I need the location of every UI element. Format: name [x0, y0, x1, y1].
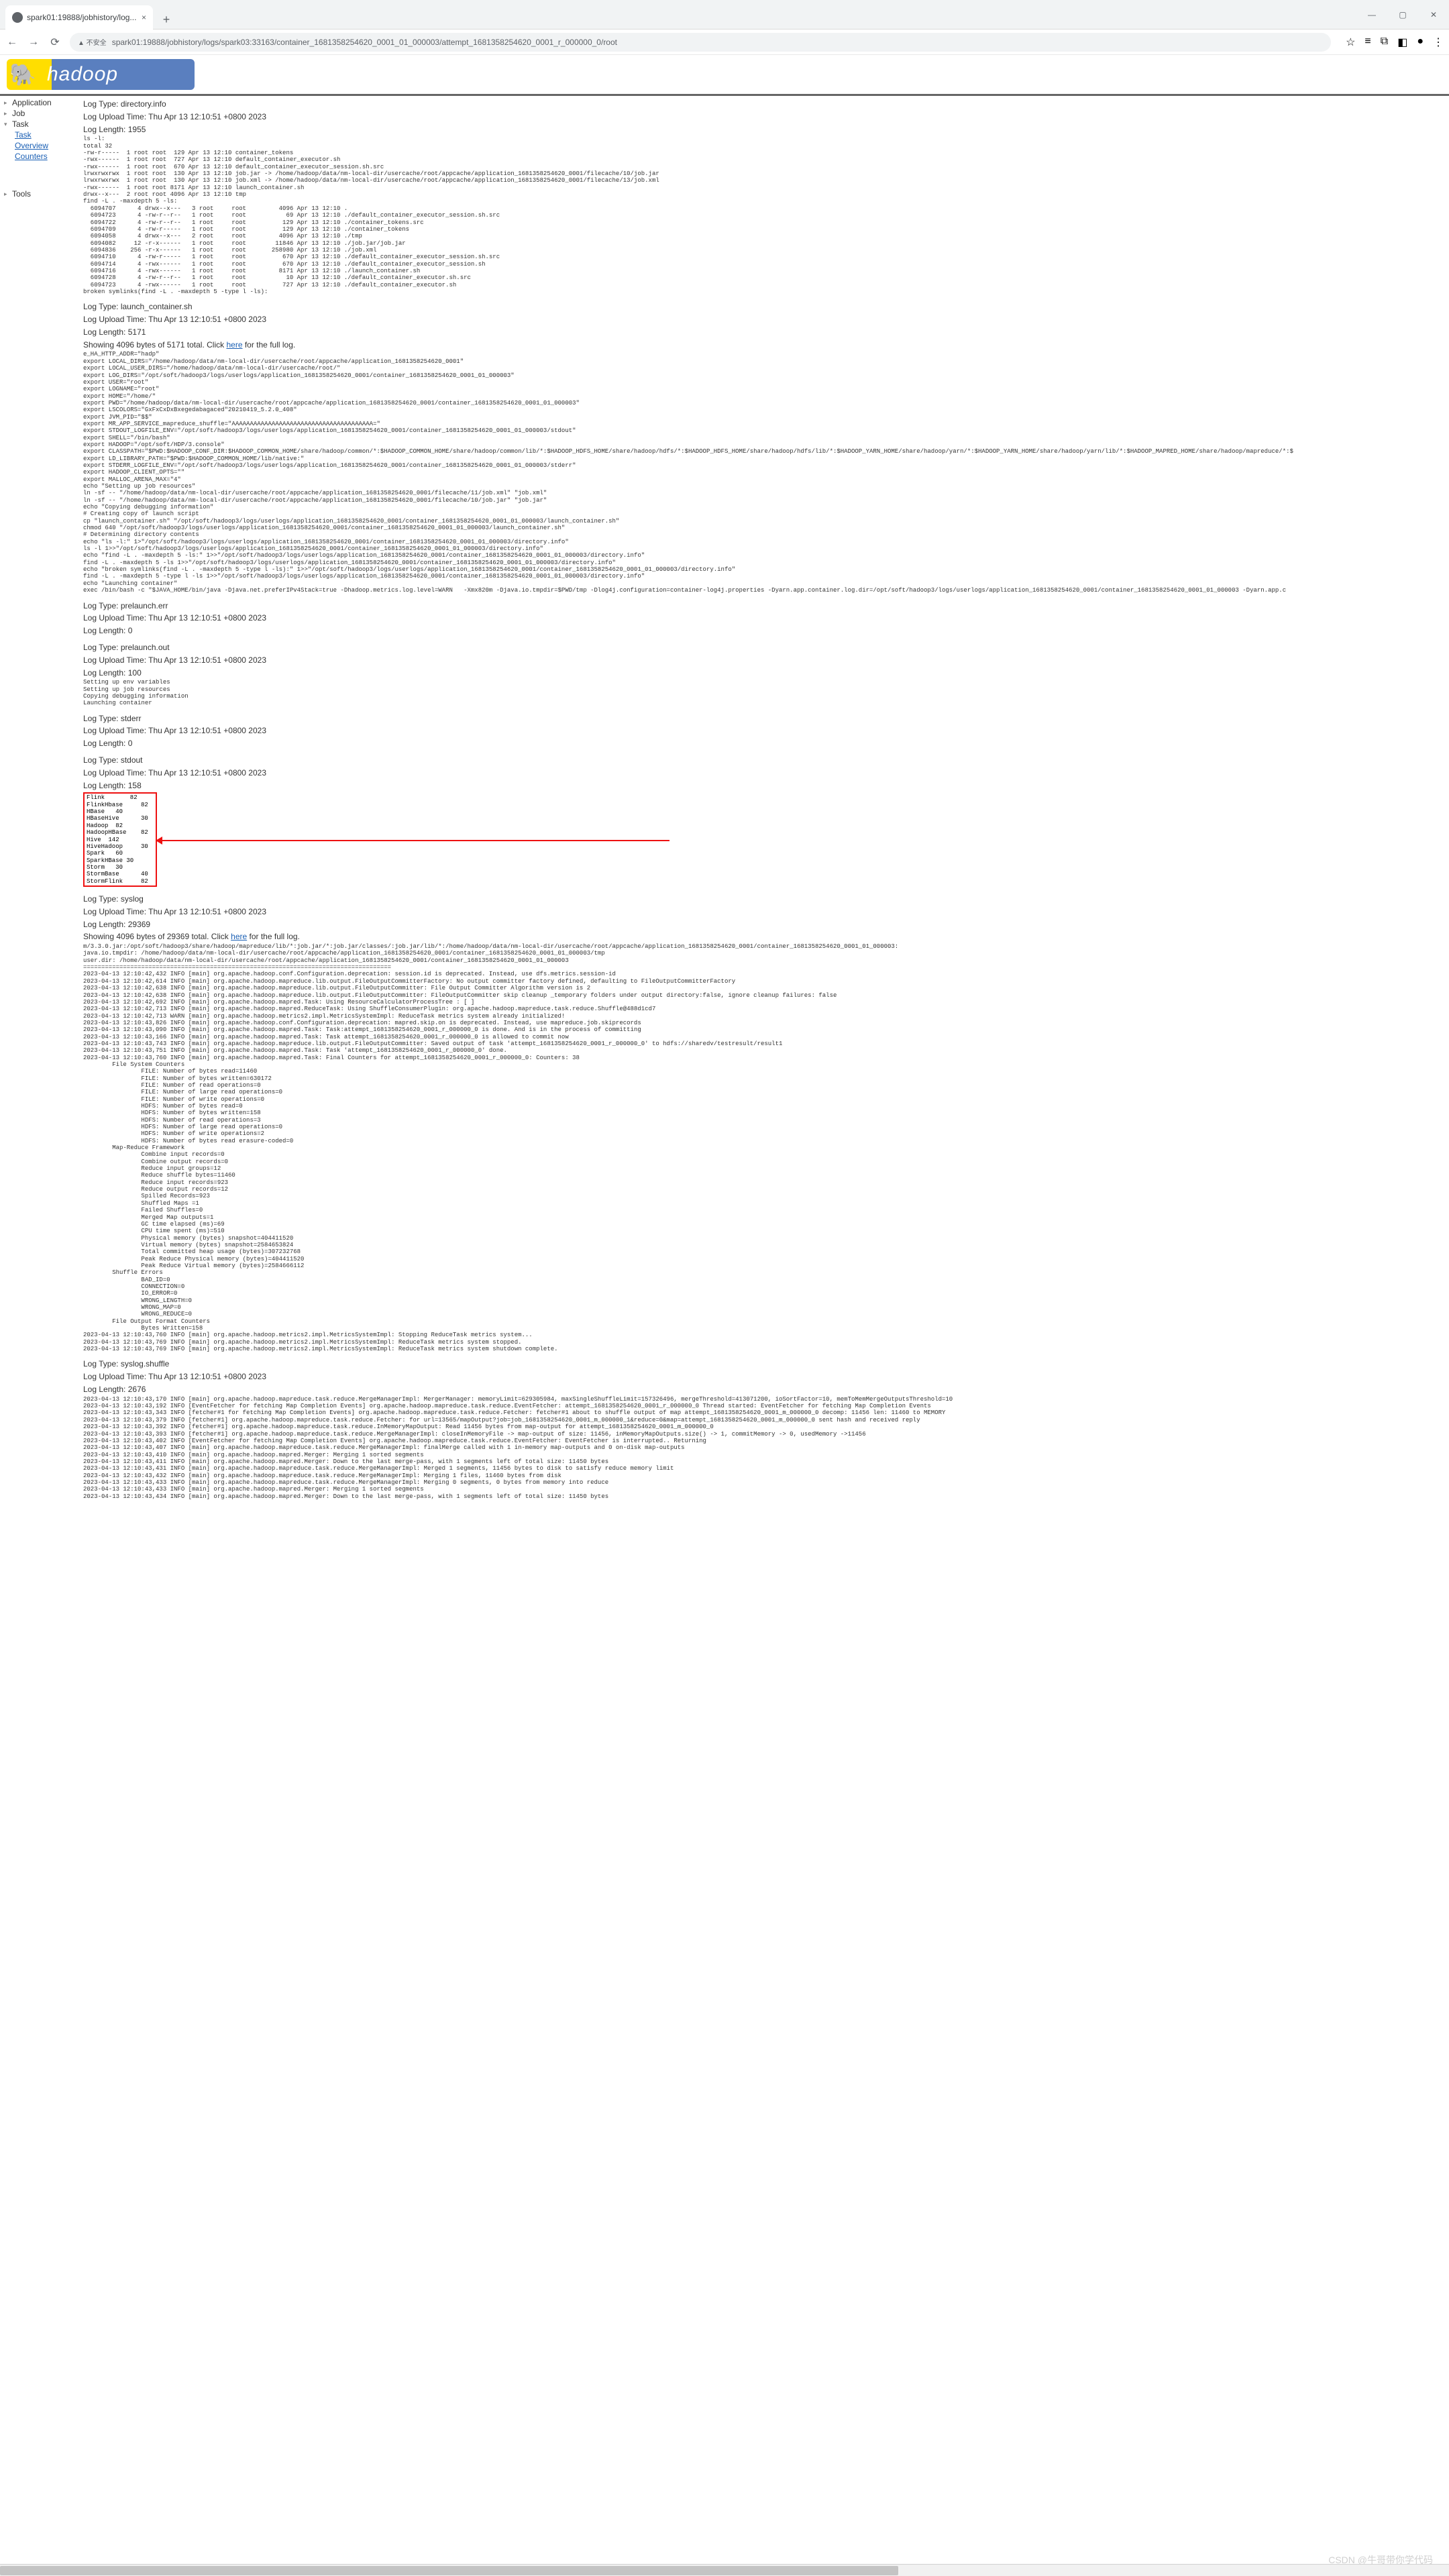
security-warning-icon: ▲ 不安全 — [78, 37, 107, 47]
log-length: Log Length: 0 — [83, 625, 1446, 637]
left-sidebar: ▸Application ▸Job ▾Task Task Overview Co… — [0, 96, 80, 1502]
log-upload-time: Log Upload Time: Thu Apr 13 12:10:51 +08… — [83, 111, 1446, 123]
log-upload-time: Log Upload Time: Thu Apr 13 12:10:51 +08… — [83, 1371, 1446, 1383]
full-log-link[interactable]: here — [231, 932, 247, 941]
bookmark-star-icon[interactable]: ☆ — [1346, 36, 1355, 49]
sidebar-link-overview[interactable]: Overview — [0, 140, 80, 151]
log-upload-time: Log Upload Time: Thu Apr 13 12:10:51 +08… — [83, 725, 1446, 737]
scrollbar-thumb[interactable] — [0, 2566, 898, 2575]
nav-reload-button[interactable]: ⟳ — [48, 36, 62, 49]
extension-icon[interactable]: ◧ — [1397, 36, 1407, 49]
log-length: Log Length: 158 — [83, 780, 1446, 792]
log-body: e_HA_HTTP_ADDR="hadp" export LOCAL_DIRS=… — [83, 351, 1446, 594]
log-type-label: Log Type: syslog.shuffle — [83, 1358, 1446, 1370]
log-length: Log Length: 2676 — [83, 1384, 1446, 1395]
sidebar-item-job[interactable]: ▸Job — [0, 108, 80, 119]
log-type-label: Log Type: directory.info — [83, 99, 1446, 110]
log-upload-time: Log Upload Time: Thu Apr 13 12:10:51 +08… — [83, 655, 1446, 666]
app-header: hadoop — [0, 55, 1449, 96]
browser-tab-strip: spark01:19888/jobhistory/log... × + — ▢ … — [0, 0, 1449, 30]
chevron-right-icon: ▸ — [4, 99, 9, 107]
browser-toolbar: ← → ⟳ ▲ 不安全 spark01:19888/jobhistory/log… — [0, 30, 1449, 55]
log-type-label: Log Type: stdout — [83, 755, 1446, 766]
log-body: m/3.3.0.jar:/opt/soft/hadoop3/share/hado… — [83, 943, 1446, 1352]
browser-tab[interactable]: spark01:19888/jobhistory/log... × — [5, 5, 153, 30]
full-log-link[interactable]: here — [226, 340, 242, 350]
tab-close-icon[interactable]: × — [142, 13, 146, 22]
tab-favicon — [12, 12, 23, 23]
window-maximize-button[interactable]: ▢ — [1387, 0, 1418, 30]
address-url: spark01:19888/jobhistory/logs/spark03:33… — [112, 38, 617, 47]
log-length: Log Length: 0 — [83, 738, 1446, 749]
log-content-area: Log Type: directory.info Log Upload Time… — [80, 96, 1449, 1502]
stdout-highlight-box: Flink 82 FlinkHbase 82 HBase 40 HBaseHiv… — [83, 792, 157, 886]
annotation-arrow — [160, 840, 669, 841]
sidebar-item-tools[interactable]: ▸Tools — [0, 189, 80, 199]
new-tab-button[interactable]: + — [157, 11, 176, 30]
log-length: Log Length: 5171 — [83, 327, 1446, 338]
log-length: Log Length: 29369 — [83, 919, 1446, 930]
horizontal-scrollbar[interactable] — [0, 2564, 1449, 2576]
log-type-label: Log Type: prelaunch.err — [83, 600, 1446, 612]
log-showing-line: Showing 4096 bytes of 5171 total. Click … — [83, 339, 1446, 351]
nav-forward-button[interactable]: → — [27, 36, 40, 49]
tab-title: spark01:19888/jobhistory/log... — [27, 13, 136, 22]
sidebar-item-task[interactable]: ▾Task — [0, 119, 80, 129]
extension-icon[interactable]: ⧉ — [1381, 36, 1388, 49]
window-close-button[interactable]: ✕ — [1418, 0, 1449, 30]
sidebar-link-task[interactable]: Task — [0, 129, 80, 140]
log-type-label: Log Type: prelaunch.out — [83, 642, 1446, 653]
log-upload-time: Log Upload Time: Thu Apr 13 12:10:51 +08… — [83, 906, 1446, 918]
log-type-label: Log Type: stderr — [83, 713, 1446, 724]
chevron-down-icon: ▾ — [4, 121, 9, 128]
log-upload-time: Log Upload Time: Thu Apr 13 12:10:51 +08… — [83, 612, 1446, 624]
extension-icon[interactable]: ≡ — [1364, 36, 1371, 49]
log-body: Setting up env variables Setting up job … — [83, 679, 1446, 706]
address-bar[interactable]: ▲ 不安全 spark01:19888/jobhistory/logs/spar… — [70, 33, 1331, 52]
log-upload-time: Log Upload Time: Thu Apr 13 12:10:51 +08… — [83, 314, 1446, 325]
browser-menu-icon[interactable]: ⋮ — [1433, 36, 1444, 49]
log-showing-line: Showing 4096 bytes of 29369 total. Click… — [83, 931, 1446, 943]
log-type-label: Log Type: syslog — [83, 894, 1446, 905]
window-minimize-button[interactable]: — — [1356, 0, 1387, 30]
chevron-right-icon: ▸ — [4, 191, 9, 198]
chevron-right-icon: ▸ — [4, 110, 9, 117]
nav-back-button[interactable]: ← — [5, 36, 19, 49]
log-upload-time: Log Upload Time: Thu Apr 13 12:10:51 +08… — [83, 767, 1446, 779]
log-length: Log Length: 1955 — [83, 124, 1446, 136]
log-type-label: Log Type: launch_container.sh — [83, 301, 1446, 313]
log-length: Log Length: 100 — [83, 667, 1446, 679]
sidebar-item-application[interactable]: ▸Application — [0, 97, 80, 108]
log-body: 2023-04-13 12:10:43,170 INFO [main] org.… — [83, 1396, 1446, 1500]
sidebar-link-counters[interactable]: Counters — [0, 151, 80, 162]
log-body: ls -l: total 32 -rw-r----- 1 root root 1… — [83, 136, 1446, 295]
profile-avatar-icon[interactable]: ● — [1417, 36, 1424, 49]
hadoop-logo[interactable]: hadoop — [7, 59, 195, 90]
